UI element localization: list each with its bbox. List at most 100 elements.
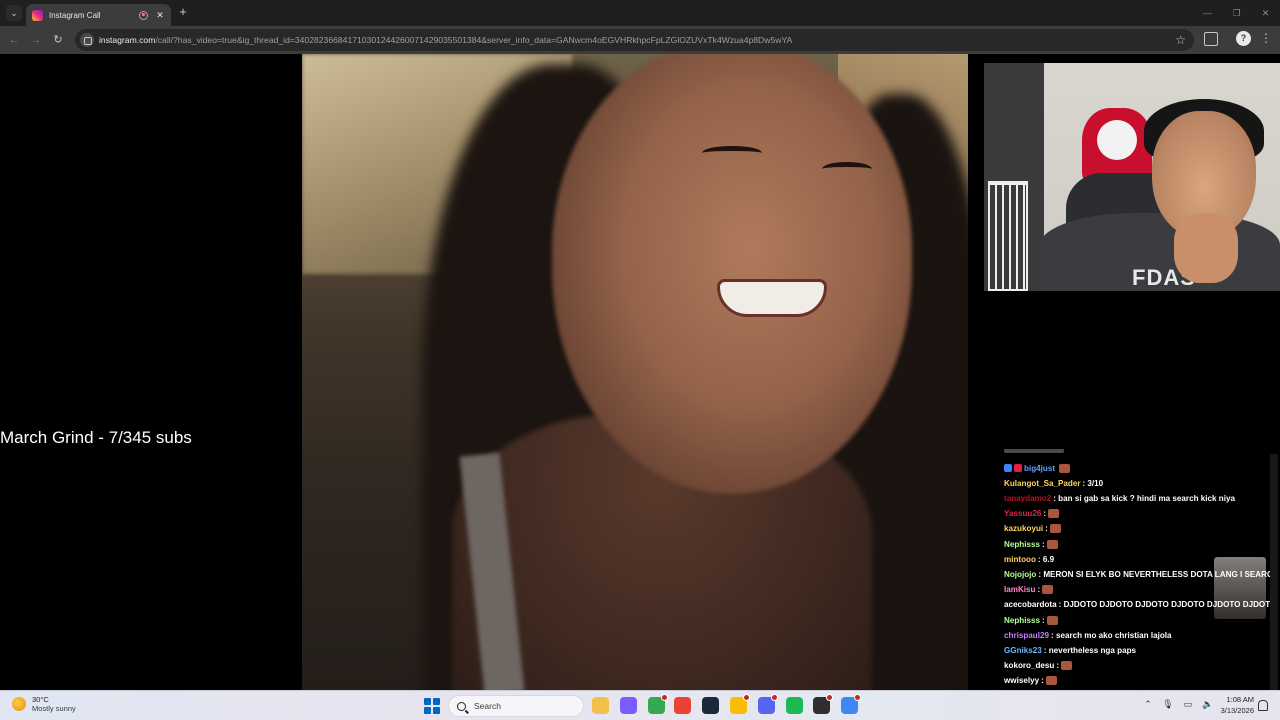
chat-badge-icon: [1014, 464, 1022, 472]
chat-username[interactable]: tanaydamo2: [1004, 494, 1051, 503]
chat-message: Nephisss:: [1004, 537, 1058, 551]
chat-username[interactable]: IamKisu: [1004, 585, 1036, 594]
notification-badge: [743, 694, 750, 701]
weather-widget[interactable]: 30°C Mostly sunny: [12, 695, 76, 713]
self-video[interactable]: FDAS: [984, 63, 1280, 291]
chat-text: : DJDOTO DJDOTO DJDOTO DJDOTO DJDOTO DJD…: [1058, 600, 1272, 610]
instagram-icon: [32, 9, 43, 21]
chat-username[interactable]: big4just: [1024, 464, 1055, 473]
chat-emote-icon: [1046, 539, 1058, 549]
notification-badge: [771, 694, 778, 701]
chat-message: mintooo: 6.9: [1004, 552, 1054, 566]
extensions-icon[interactable]: [1204, 32, 1218, 46]
video-face: [552, 54, 912, 494]
sun-icon: [12, 697, 26, 711]
taskbar-search[interactable]: Search: [448, 695, 584, 717]
chat-username[interactable]: mintooo: [1004, 555, 1036, 564]
address-bar[interactable]: instagram.com/call/?has_video=true&ig_th…: [75, 29, 1194, 51]
clock-date: 3/13/2026: [1220, 706, 1254, 715]
close-tab-icon[interactable]: ✕: [155, 10, 165, 21]
close-window-button[interactable]: ✕: [1251, 0, 1280, 26]
file-explorer-icon[interactable]: [592, 697, 609, 714]
chat-message: Nephisss:: [1004, 613, 1058, 627]
obs-icon[interactable]: [813, 694, 833, 714]
windows-logo-tile: [432, 698, 440, 706]
chat-badge-icon: [1004, 464, 1012, 472]
recording-icon: [139, 10, 148, 20]
chat-text: :: [1045, 524, 1048, 534]
chrome-icon[interactable]: [674, 697, 691, 714]
clock[interactable]: 1:08 AM 3/13/2026: [1212, 695, 1254, 715]
clock-time: 1:08 AM: [1226, 695, 1254, 704]
chat-emote-icon: [1059, 463, 1071, 473]
network-icon[interactable]: ▭: [1182, 698, 1194, 710]
tab-instagram-call[interactable]: Instagram Call ✕: [26, 4, 171, 26]
chrome-profile-3-icon[interactable]: [841, 694, 861, 714]
tab-title: Instagram Call: [49, 10, 101, 20]
discord-icon[interactable]: [758, 694, 778, 714]
chat-message: Nojojojo: MERON SI ELYK BO NEVERTHELESS …: [1004, 567, 1272, 581]
weather-desc: Mostly sunny: [32, 704, 76, 713]
chat-scrollbar[interactable]: [1270, 454, 1278, 690]
self-video-gate: [988, 181, 1028, 291]
page-viewport: March Grind - 7/345 subs FDAS big4just Ku…: [0, 54, 1280, 690]
window-controls: — ❐ ✕: [1193, 0, 1280, 26]
chat-message: Kulangot_Sa_Pader: 3/10: [1004, 476, 1103, 490]
windows-logo-tile: [424, 698, 431, 706]
video-eye-right: [822, 162, 872, 176]
chat-username[interactable]: GGniks23: [1004, 646, 1042, 655]
chat-message: kokoro_desu:: [1004, 659, 1073, 673]
chat-message: GGniks23: nevertheless nga paps: [1004, 643, 1136, 657]
forward-button[interactable]: →: [28, 32, 44, 48]
chat-username[interactable]: acecobardota: [1004, 600, 1057, 609]
more-menu-icon[interactable]: ⋮: [1260, 31, 1272, 45]
chat-message: wwiselyy:: [1004, 674, 1057, 688]
profile-avatar-icon[interactable]: ?: [1236, 31, 1251, 46]
stream-goal-text: March Grind - 7/345 subs: [0, 428, 192, 447]
notification-bell-icon[interactable]: [1258, 700, 1268, 711]
copilot-icon[interactable]: [620, 697, 637, 714]
chat-username[interactable]: kazukoyui: [1004, 524, 1043, 533]
chat-text: :: [1042, 539, 1045, 549]
chat-username[interactable]: Nojojojo: [1004, 570, 1036, 579]
url-domain: instagram.com: [99, 35, 156, 45]
remote-video[interactable]: [302, 54, 968, 690]
new-tab-button[interactable]: +: [176, 4, 190, 20]
reload-button[interactable]: ↻: [50, 32, 66, 48]
chevron-up-icon[interactable]: ⌃: [1142, 698, 1154, 710]
microphone-icon[interactable]: 🎙: [1162, 698, 1174, 710]
chat-username[interactable]: Nephisss: [1004, 616, 1040, 625]
url-text[interactable]: instagram.com/call/?has_video=true&ig_th…: [99, 35, 1194, 45]
chrome-profile-2-icon[interactable]: [730, 694, 750, 714]
chat-username[interactable]: Yassuu26: [1004, 509, 1041, 518]
site-info-icon[interactable]: [80, 33, 94, 47]
steam-icon[interactable]: [702, 697, 719, 714]
video-smile: [717, 279, 827, 317]
minimize-button[interactable]: —: [1193, 0, 1222, 26]
chat-username[interactable]: kokoro_desu: [1004, 661, 1054, 670]
chat-text: : 6.9: [1037, 554, 1055, 564]
tab-search-button[interactable]: ⌄: [6, 5, 22, 21]
chat-username[interactable]: Kulangot_Sa_Pader: [1004, 479, 1080, 488]
search-icon: [457, 701, 466, 711]
bookmark-star-icon[interactable]: ☆: [1175, 33, 1186, 47]
chrome-profile-1-icon[interactable]: [648, 694, 668, 714]
chat-message: big4just: [1004, 461, 1071, 475]
chat-emote-icon: [1061, 661, 1073, 671]
chat-emote-icon: [1045, 676, 1057, 686]
chat-message: Yassuu26:: [1004, 507, 1060, 521]
maximize-button[interactable]: ❐: [1222, 0, 1251, 26]
chat-text: : 3/10: [1082, 478, 1104, 488]
chat-username[interactable]: wwiselyy: [1004, 676, 1039, 685]
windows-logo-tile: [432, 706, 440, 714]
windows-logo-tile: [424, 706, 431, 714]
media-app-icon[interactable]: [786, 697, 803, 714]
chat-username[interactable]: chrispaul29: [1004, 631, 1049, 640]
chat-text: : ban si gab sa kick ? hindi ma search k…: [1053, 493, 1235, 503]
start-button[interactable]: [424, 698, 440, 714]
self-video-hand: [1174, 213, 1238, 283]
chat-username[interactable]: Nephisss: [1004, 540, 1040, 549]
chat-emote-icon: [1048, 509, 1060, 519]
chat-message: tanaydamo2: ban si gab sa kick ? hindi m…: [1004, 491, 1235, 505]
back-button[interactable]: ←: [6, 32, 22, 48]
